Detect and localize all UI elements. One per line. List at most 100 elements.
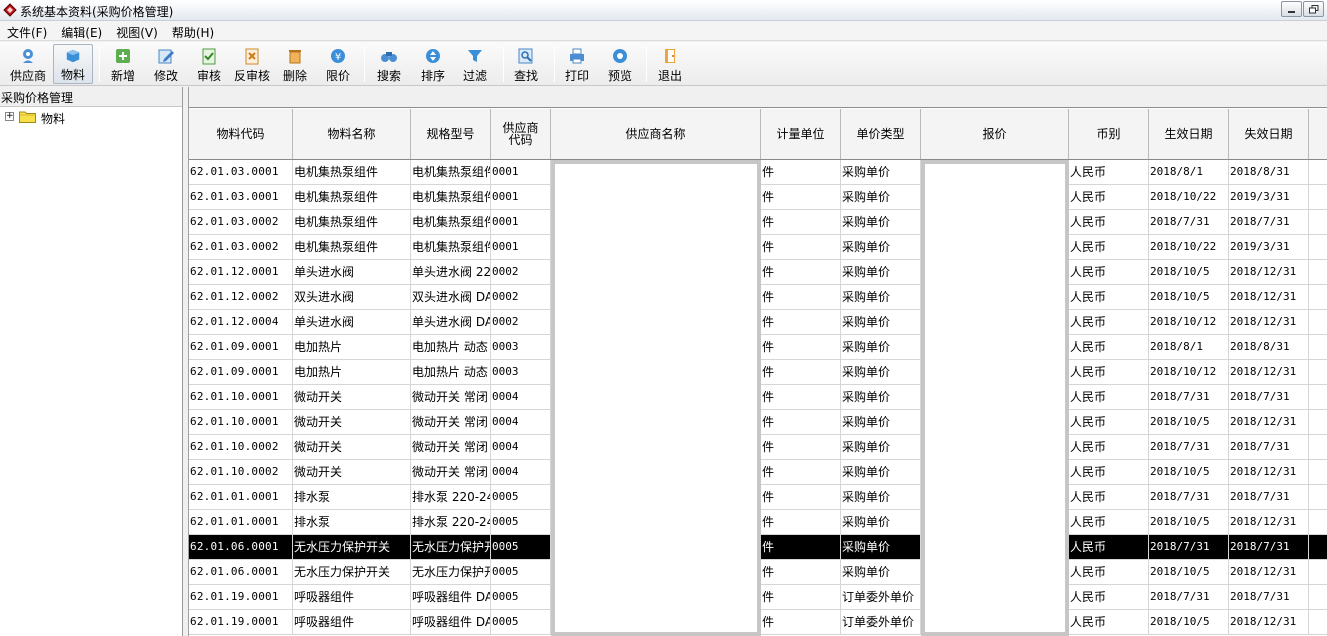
cell-material-name[interactable]: 电加热片 [293,335,411,359]
cell-spec-model[interactable]: 微动开关 常闭 [411,410,491,434]
cell-currency[interactable]: 人民币 [1069,360,1149,384]
cell-supplier-code[interactable]: 0001 [491,160,551,184]
cell-spec-model[interactable]: 呼吸器组件 DA [411,585,491,609]
cell-material-name[interactable]: 电机集热泵组件 [293,185,411,209]
cell-material-code[interactable]: 62.01.09.0001 [189,335,293,359]
cell-expiry-date[interactable]: 2018/7/31 [1229,535,1309,559]
cell-price-type[interactable]: 采购单价 [841,460,921,484]
cell-unit[interactable]: 件 [761,435,841,459]
cell-unit[interactable]: 件 [761,185,841,209]
cell-spec-model[interactable]: 无水压力保护开 [411,535,491,559]
column-header-supplier-code[interactable]: 供应商代码 [491,109,551,159]
cell-supplier-code[interactable]: 0001 [491,210,551,234]
cell-supplier-code[interactable]: 0005 [491,535,551,559]
cell-expiry-date[interactable]: 2018/12/31 [1229,260,1309,284]
cell-unit[interactable]: 件 [761,460,841,484]
cell-spec-model[interactable]: 电机集热泵组件 [411,210,491,234]
cell-material-code[interactable]: 62.01.19.0001 [189,610,293,634]
cell-material-code[interactable]: 62.01.12.0004 [189,310,293,334]
cell-expiry-date[interactable]: 2018/12/31 [1229,610,1309,634]
expand-icon[interactable]: + [5,112,14,121]
menu-file[interactable]: 文件(F) [0,21,54,40]
cell-unit[interactable]: 件 [761,285,841,309]
cell-supplier-code[interactable]: 0005 [491,485,551,509]
cell-spec-model[interactable]: 排水泵 220-24 [411,510,491,534]
cell-effective-date[interactable]: 2018/10/12 [1149,310,1229,334]
cell-effective-date[interactable]: 2018/10/22 [1149,185,1229,209]
find-button[interactable]: 查找 [511,44,541,84]
column-header-material-name[interactable]: 物料名称 [293,109,411,159]
column-header-spec-model[interactable]: 规格型号 [411,109,491,159]
cell-price-type[interactable]: 采购单价 [841,535,921,559]
cell-material-code[interactable]: 62.01.10.0002 [189,435,293,459]
column-header-expiry-date[interactable]: 失效日期 [1229,109,1309,159]
cell-material-name[interactable]: 单头进水阀 [293,310,411,334]
cell-expiry-date[interactable]: 2018/12/31 [1229,310,1309,334]
cell-price-type[interactable]: 采购单价 [841,235,921,259]
cell-effective-date[interactable]: 2018/7/31 [1149,485,1229,509]
cell-expiry-date[interactable]: 2018/7/31 [1229,385,1309,409]
cell-unit[interactable]: 件 [761,160,841,184]
sort-button[interactable]: 排序 [418,44,448,84]
column-header-effective-date[interactable]: 生效日期 [1149,109,1229,159]
edit-button[interactable]: 修改 [149,44,183,84]
cell-material-code[interactable]: 62.01.19.0001 [189,585,293,609]
cell-unit[interactable]: 件 [761,360,841,384]
cell-spec-model[interactable]: 微动开关 常闭 [411,460,491,484]
column-header-unit[interactable]: 计量单位 [761,109,841,159]
cell-material-code[interactable]: 62.01.03.0002 [189,210,293,234]
cell-currency[interactable]: 人民币 [1069,435,1149,459]
cell-material-name[interactable]: 呼吸器组件 [293,610,411,634]
cell-material-name[interactable]: 电加热片 [293,360,411,384]
delete-button[interactable]: 删除 [280,44,310,84]
cell-currency[interactable]: 人民币 [1069,285,1149,309]
supplier-button[interactable]: 供应商 [6,44,50,84]
cell-material-code[interactable]: 62.01.01.0001 [189,510,293,534]
cell-material-name[interactable]: 排水泵 [293,485,411,509]
cell-supplier-code[interactable]: 0004 [491,385,551,409]
cell-price-type[interactable]: 采购单价 [841,260,921,284]
cell-effective-date[interactable]: 2018/7/31 [1149,535,1229,559]
cell-currency[interactable]: 人民币 [1069,535,1149,559]
cell-effective-date[interactable]: 2018/7/31 [1149,435,1229,459]
column-header-quote[interactable]: 报价 [921,109,1069,159]
cell-supplier-code[interactable]: 0001 [491,185,551,209]
cell-effective-date[interactable]: 2018/10/5 [1149,285,1229,309]
cell-material-name[interactable]: 电机集热泵组件 [293,235,411,259]
cell-effective-date[interactable]: 2018/10/5 [1149,510,1229,534]
cell-effective-date[interactable]: 2018/8/1 [1149,335,1229,359]
cell-price-type[interactable]: 订单委外单价 [841,585,921,609]
cell-unit[interactable]: 件 [761,410,841,434]
cell-spec-model[interactable]: 单头进水阀 22 [411,260,491,284]
print-button[interactable]: 打印 [562,44,592,84]
cell-effective-date[interactable]: 2018/10/5 [1149,410,1229,434]
cell-unit[interactable]: 件 [761,610,841,634]
cell-price-type[interactable]: 采购单价 [841,385,921,409]
cell-material-code[interactable]: 62.01.03.0002 [189,235,293,259]
cell-unit[interactable]: 件 [761,585,841,609]
cell-material-code[interactable]: 62.01.06.0001 [189,535,293,559]
cell-material-name[interactable]: 微动开关 [293,385,411,409]
cell-price-type[interactable]: 采购单价 [841,485,921,509]
cell-unit[interactable]: 件 [761,210,841,234]
cell-spec-model[interactable]: 电加热片 动态 [411,335,491,359]
cell-unit[interactable]: 件 [761,385,841,409]
cell-expiry-date[interactable]: 2018/12/31 [1229,510,1309,534]
cell-currency[interactable]: 人民币 [1069,610,1149,634]
material-button[interactable]: 物料 [53,44,93,84]
cell-supplier-code[interactable]: 0005 [491,585,551,609]
cell-material-code[interactable]: 62.01.01.0001 [189,485,293,509]
minimize-button[interactable] [1281,1,1302,17]
cell-unit[interactable]: 件 [761,235,841,259]
cell-material-name[interactable]: 单头进水阀 [293,260,411,284]
menu-help[interactable]: 帮助(H) [165,21,221,40]
cell-effective-date[interactable]: 2018/7/31 [1149,385,1229,409]
cell-supplier-code[interactable]: 0005 [491,560,551,584]
cell-price-type[interactable]: 订单委外单价 [841,610,921,634]
cell-expiry-date[interactable]: 2018/12/31 [1229,410,1309,434]
cell-spec-model[interactable]: 无水压力保护开 [411,560,491,584]
cell-expiry-date[interactable]: 2018/7/31 [1229,435,1309,459]
menu-edit[interactable]: 编辑(E) [54,21,109,40]
cell-spec-model[interactable]: 排水泵 220-24 [411,485,491,509]
cell-material-name[interactable]: 排水泵 [293,510,411,534]
